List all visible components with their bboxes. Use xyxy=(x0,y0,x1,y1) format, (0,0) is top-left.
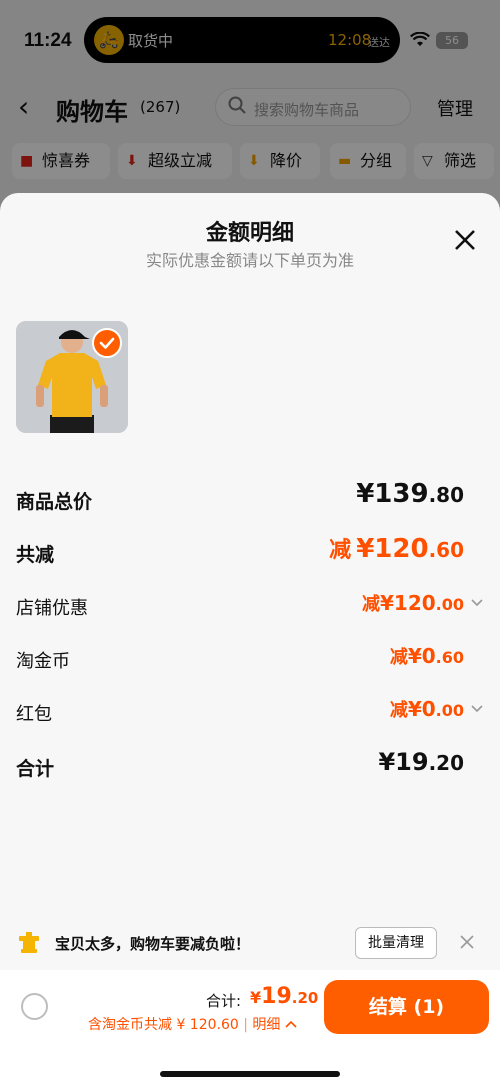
amount-int: 19 xyxy=(395,748,429,776)
row-label: 红包 xyxy=(16,704,52,725)
total-amount: ¥19.20 xyxy=(378,748,464,776)
row-label: 商品总价 xyxy=(16,491,93,513)
amount-dec: .20 xyxy=(428,751,464,775)
currency-symbol: ¥ xyxy=(250,988,262,1007)
amount-int: 120 xyxy=(374,534,429,564)
checkout-button[interactable]: 结算 (1) xyxy=(324,980,489,1034)
store-discount-amount: 减¥120.00 xyxy=(362,590,464,616)
sheet-title: 金额明细 xyxy=(205,221,294,246)
row-total: 合计 ¥19.20 xyxy=(0,746,500,786)
amount-int: 139 xyxy=(374,479,429,509)
amount-dec: .80 xyxy=(428,483,464,507)
amount-dec: .00 xyxy=(435,701,464,720)
row-taojinbi: 淘金币 减¥0.60 xyxy=(0,639,500,679)
row-label: 店铺优惠 xyxy=(16,598,88,619)
currency-symbol: ¥ xyxy=(356,534,375,564)
chevron-up-icon xyxy=(285,1017,297,1033)
discount-prefix: 减 xyxy=(389,647,408,668)
checkout-total: ¥19.20 xyxy=(250,984,318,1009)
discount-prefix: 减 xyxy=(389,700,408,721)
currency-symbol: ¥ xyxy=(407,697,422,721)
chevron-down-icon[interactable] xyxy=(470,596,484,610)
cart-tip-bar: 宝贝太多，购物车要减负啦！ 批量清理 xyxy=(0,914,500,970)
amount-dec: .20 xyxy=(291,989,319,1007)
tip-text: 宝贝太多，购物车要减负啦！ xyxy=(55,935,251,953)
saving-text: 含淘金币共减 ¥ 120.60 xyxy=(88,1017,239,1033)
amount-dec: .60 xyxy=(435,648,464,667)
chevron-down-icon[interactable] xyxy=(470,702,484,716)
amount-int: 0 xyxy=(421,697,436,721)
row-total-discount: 共减 减 ¥120.60 xyxy=(0,532,500,572)
row-label: 淘金币 xyxy=(16,651,70,672)
currency-symbol: ¥ xyxy=(407,644,422,668)
amount-dec: .60 xyxy=(428,538,464,562)
row-store-discount[interactable]: 店铺优惠 减¥120.00 xyxy=(0,586,500,626)
taojinbi-amount: 减¥0.60 xyxy=(390,643,464,669)
trophy-icon xyxy=(19,932,39,953)
total-label: 合计: xyxy=(206,992,242,1010)
amount-dec: .00 xyxy=(435,595,464,614)
row-label: 合计 xyxy=(16,758,55,780)
amount-int: 0 xyxy=(421,644,436,668)
selected-check-icon[interactable] xyxy=(92,328,122,358)
batch-clear-button[interactable]: 批量清理 xyxy=(355,927,437,959)
divider: | xyxy=(243,1017,248,1033)
close-icon[interactable] xyxy=(452,227,478,253)
amount-int: 120 xyxy=(393,591,436,615)
red-packet-amount: 减¥0.00 xyxy=(390,696,464,722)
sheet-subtitle: 实际优惠金额请以下单页为准 xyxy=(145,251,354,270)
currency-symbol: ¥ xyxy=(379,591,394,615)
select-all-radio[interactable] xyxy=(21,993,48,1020)
discount-prefix: 减 xyxy=(329,538,352,563)
subtotal-amount: ¥139.80 xyxy=(356,479,464,509)
amount-int: 19 xyxy=(261,984,292,1009)
close-icon[interactable] xyxy=(460,935,474,949)
checkout-bar: 合计: ¥19.20 含淘金币共减 ¥ 120.60 | 明细 结算 (1) xyxy=(0,970,500,1087)
row-label: 共减 xyxy=(16,544,55,566)
row-subtotal: 商品总价 ¥139.80 xyxy=(0,479,500,519)
currency-symbol: ¥ xyxy=(378,748,396,776)
row-red-packet[interactable]: 红包 减¥0.00 xyxy=(0,692,500,732)
saving-summary[interactable]: 含淘金币共减 ¥ 120.60 | 明细 xyxy=(88,1014,297,1034)
currency-symbol: ¥ xyxy=(356,479,375,509)
home-indicator xyxy=(160,1071,340,1077)
detail-link[interactable]: 明细 xyxy=(252,1017,280,1033)
total-discount-amount: 减 ¥120.60 xyxy=(329,532,464,564)
discount-prefix: 减 xyxy=(361,594,380,615)
